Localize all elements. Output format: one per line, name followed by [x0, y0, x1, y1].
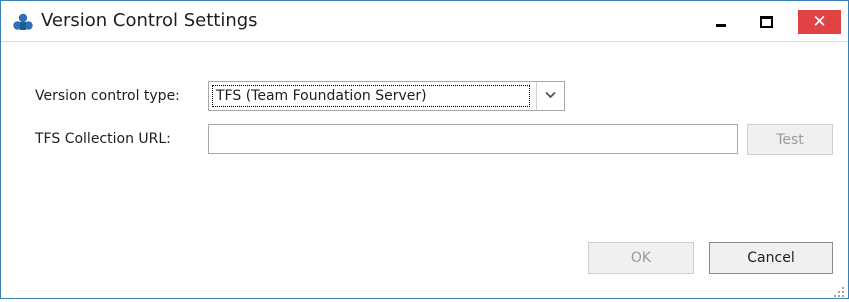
version-control-type-value: TFS (Team Foundation Server) — [212, 85, 530, 107]
tfs-collection-url-label: TFS Collection URL: — [35, 131, 171, 147]
title-bar[interactable]: Version Control Settings ✕ — [1, 1, 848, 42]
window-title: Version Control Settings — [41, 10, 258, 31]
cancel-button[interactable]: Cancel — [709, 242, 833, 274]
version-control-app-icon — [13, 13, 33, 31]
maximize-button[interactable] — [752, 11, 780, 33]
chevron-down-icon — [545, 91, 556, 99]
settings-dialog: Version Control Settings ✕ Version contr… — [0, 0, 849, 299]
version-control-type-select[interactable]: TFS (Team Foundation Server) — [208, 81, 565, 111]
dropdown-button[interactable] — [536, 82, 564, 110]
ok-button[interactable]: OK — [588, 242, 694, 274]
maximize-icon — [760, 16, 773, 28]
resize-grip-icon[interactable] — [833, 283, 845, 297]
tfs-collection-url-input[interactable] — [208, 124, 738, 154]
minimize-button[interactable] — [707, 11, 735, 33]
test-button[interactable]: Test — [747, 124, 833, 155]
version-control-type-label: Version control type: — [35, 88, 180, 104]
minimize-icon — [716, 24, 726, 27]
close-button[interactable]: ✕ — [798, 10, 841, 34]
close-icon: ✕ — [812, 12, 827, 32]
